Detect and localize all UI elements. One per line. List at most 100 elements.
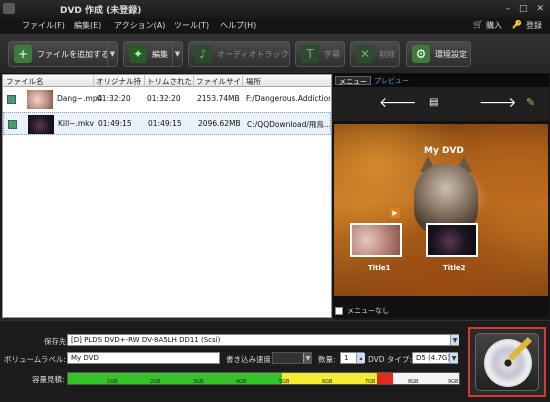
cart-icon[interactable]: 🛒 [473, 20, 483, 29]
menu-title: My DVD [424, 146, 464, 156]
title2-thumbnail[interactable] [426, 223, 478, 257]
gear-icon: ⚙ [412, 45, 430, 63]
menu-layout-icon[interactable]: ▤ [429, 97, 438, 108]
add-file-button[interactable]: + ファイルを追加する ▼ [8, 41, 118, 67]
capacity-tick: 9GB [448, 379, 459, 385]
chevron-down-icon[interactable]: ▼ [172, 42, 182, 66]
volume-label-value: My DVD [71, 354, 99, 362]
edit-menu-icon[interactable]: ✎ [526, 96, 535, 109]
menu-help[interactable]: ヘルプ(H) [220, 20, 256, 31]
preview-tabs: メニュー プレビュー [333, 74, 549, 87]
delete-icon: ✕ [356, 45, 374, 63]
volume-label-input[interactable]: My DVD [67, 352, 220, 364]
title1-thumbnail[interactable] [350, 223, 402, 257]
tab-menu[interactable]: メニュー [335, 76, 371, 86]
settings-button[interactable]: ⚙ 環境設定 [406, 41, 471, 67]
settings-label: 環境設定 [435, 49, 467, 59]
capacity-tick: 2GB [150, 379, 161, 385]
file-name: Kill~.mkv [58, 119, 94, 128]
menu-tools[interactable]: ツール(T) [174, 20, 209, 31]
delete-button[interactable]: ✕ 削除 [350, 41, 400, 67]
menu-nav-bar: 🡐 ▤ 🡒 ✎ [333, 87, 549, 121]
menu-action[interactable]: アクション(A) [114, 20, 165, 31]
volume-label-label: ボリュームラベル: [4, 355, 66, 364]
save-to-select[interactable]: [D] PLDS DVD+-RW DV-8A5LH DD11 (Scsi) [67, 334, 459, 346]
subtitle-label: 字幕 [324, 49, 340, 59]
next-arrow-icon[interactable]: 🡒 [479, 94, 517, 111]
film-add-icon: + [14, 45, 32, 63]
no-menu-label: メニューなし [347, 307, 389, 315]
table-row[interactable]: Dang~.mp4 01:32:20 01:32:20 2153.74MB F:… [3, 88, 331, 111]
tab-preview[interactable]: プレビュー [371, 76, 412, 85]
file-name: Dang~.mp4 [57, 94, 103, 103]
capacity-tick: 8GB [408, 379, 419, 385]
original-duration: 01:32:20 [97, 94, 131, 103]
key-icon[interactable]: 🔑 [512, 20, 522, 29]
write-speed-label: 書き込み速度: [226, 355, 274, 364]
save-to-label: 保存先: [44, 337, 70, 346]
close-button[interactable]: ✕ [536, 4, 544, 14]
dvd-menu-preview: My DVD ▶ Title1 Title2 [334, 124, 548, 296]
title1-label: Title1 [368, 264, 391, 272]
copies-label: 数量: [318, 355, 336, 364]
preview-panel: メニュー プレビュー 🡐 ▤ 🡒 ✎ My DVD ▶ Title1 Title… [333, 74, 549, 318]
play-icon[interactable]: ▶ [390, 208, 400, 218]
subtitle-icon: T [301, 45, 319, 63]
wand-icon: ✦ [129, 45, 147, 63]
register-link[interactable]: 登録 [526, 20, 542, 31]
capacity-tick: 5GB [279, 379, 290, 385]
no-menu-checkbox[interactable] [335, 307, 343, 315]
no-menu-option[interactable]: メニューなし [335, 306, 389, 316]
chevron-down-icon[interactable]: ▼ [303, 353, 312, 363]
edit-button[interactable]: ✦ 編集 ▼ [123, 41, 183, 67]
file-size: 2153.74MB [197, 94, 240, 103]
dvd-type-label: DVD タイプ: [368, 355, 412, 364]
file-list: ファイル名 オリジナル持 トリムされた ファイルサイ 場所 Dang~.mp4 … [2, 74, 332, 318]
chevron-down-icon[interactable]: ▼ [107, 42, 117, 66]
column-header-name[interactable]: ファイル名 [6, 76, 91, 87]
delete-label: 削除 [379, 49, 395, 59]
maximize-button[interactable]: □ [519, 4, 528, 14]
menu-edit[interactable]: 編集(E) [74, 20, 101, 31]
title2-label: Title2 [443, 264, 466, 272]
column-header-original[interactable]: オリジナル持 [96, 76, 144, 87]
purchase-link[interactable]: 購入 [486, 20, 502, 31]
video-thumbnail [27, 90, 53, 109]
menu-file[interactable]: ファイル(F) [22, 20, 65, 31]
video-thumbnail [28, 115, 54, 134]
save-to-value: [D] PLDS DVD+-RW DV-8A5LH DD11 (Scsi) [71, 336, 221, 344]
file-location: F:/Dangerous.Addiction... [246, 94, 330, 103]
capacity-label: 容量見積: [32, 375, 65, 384]
capacity-ticks: 1GB 2GB 3GB 4GB 5GB 6GB 7GB 8GB 9GB [67, 378, 460, 385]
file-location: C:/QQDownload/飛鳥... [247, 120, 331, 129]
app-icon [3, 3, 15, 14]
chevron-down-icon[interactable]: ▼ [450, 335, 459, 345]
column-header-size[interactable]: ファイルサイ [196, 76, 242, 87]
title-bar: DVD 作成 (未登録) – □ ✕ [0, 0, 550, 18]
capacity-tick: 7GB [365, 379, 376, 385]
file-checkbox[interactable] [8, 120, 17, 129]
capacity-tick: 6GB [322, 379, 333, 385]
capacity-tick: 3GB [193, 379, 204, 385]
column-header-trimmed[interactable]: トリムされた [147, 76, 193, 87]
chevron-down-icon[interactable]: ▼ [449, 353, 458, 363]
capacity-tick: 4GB [236, 379, 247, 385]
previous-arrow-icon[interactable]: 🡐 [379, 94, 417, 111]
burn-button-highlight [468, 327, 546, 397]
original-duration: 01:49:15 [98, 119, 132, 128]
window-title: DVD 作成 (未登録) [60, 6, 142, 16]
dvd-type-value: D5 (4.7G) [416, 354, 451, 362]
file-size: 2096.62MB [198, 119, 241, 128]
audio-track-icon: ♪ [194, 45, 212, 63]
audio-track-label: オーディオトラック [217, 49, 289, 59]
burn-button[interactable] [475, 333, 539, 391]
table-row[interactable]: Kill~.mkv 01:49:15 01:49:15 2096.62MB C:… [3, 112, 331, 135]
file-checkbox[interactable] [7, 95, 16, 104]
minimize-button[interactable]: – [505, 4, 510, 14]
edit-label: 編集 [152, 49, 168, 59]
audio-track-button[interactable]: ♪ オーディオトラック [188, 41, 290, 67]
subtitle-button[interactable]: T 字幕 [295, 41, 345, 67]
column-header-location[interactable]: 場所 [246, 76, 326, 87]
stepper-arrows-icon[interactable]: ▴ [356, 353, 365, 363]
menu-bar: ファイル(F) 編集(E) アクション(A) ツール(T) ヘルプ(H) 🛒 購… [0, 18, 550, 34]
